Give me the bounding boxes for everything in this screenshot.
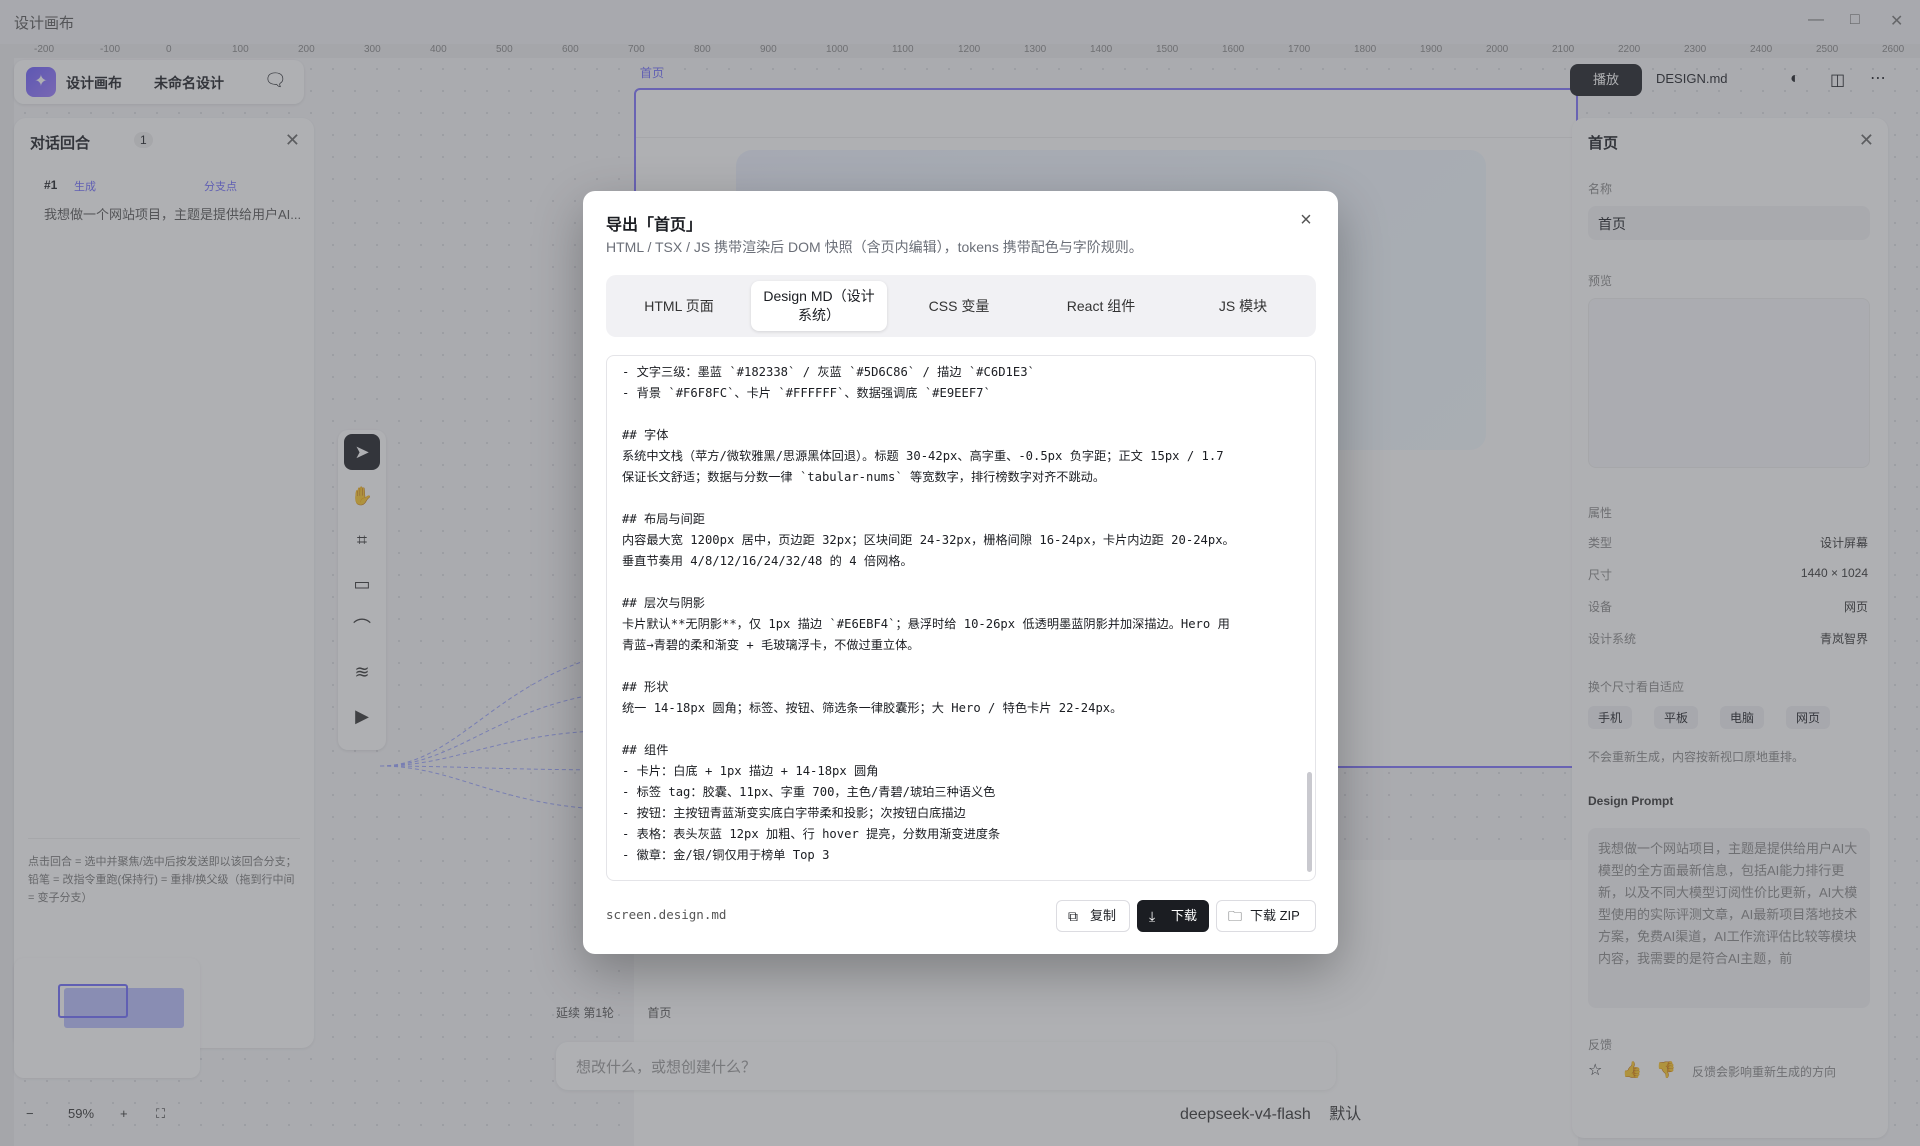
export-filename: screen.design.md <box>606 907 727 922</box>
dialog-title: 导出「首页」 <box>606 217 703 234</box>
code-line: 垂直节奏用 4/8/12/16/24/32/48 的 4 倍网格。 <box>622 554 913 568</box>
code-line: 青蓝→青碧的柔和渐变 + 毛玻璃浮卡，不做过重立体。 <box>622 638 920 652</box>
code-line: ## 组件 <box>622 743 669 757</box>
download-zip-button[interactable]: 🗀 下载 ZIP <box>1216 900 1316 932</box>
code-line: 统一 14-18px 圆角；标签、按钮、筛选条一律胶囊形；大 Hero / 特色… <box>622 701 1123 715</box>
tab-react-component[interactable]: React 组件 <box>1034 281 1168 331</box>
tab-design-md[interactable]: Design MD（设计 系统） <box>751 281 887 331</box>
download-zip-label: 下载 ZIP <box>1250 908 1300 923</box>
download-label: 下载 <box>1171 908 1198 923</box>
close-icon[interactable]: × <box>1294 208 1318 232</box>
code-line: ## 层次与阴影 <box>622 596 705 610</box>
dialog-subtitle: HTML / TSX / JS 携带渲染后 DOM 快照（含页内编辑），toke… <box>606 239 1143 255</box>
tab-css-variables[interactable]: CSS 变量 <box>892 281 1026 331</box>
code-line: 保证长文舒适；数据与分数一律 `tabular-nums` 等宽数字，排行榜数字… <box>622 470 1106 484</box>
code-line: - 标签 tag：胶囊、11px、字重 700，主色/青碧/琥珀三种语义色 <box>622 785 996 799</box>
code-content: - 文字三级：墨蓝 `#182338` / 灰蓝 `#5D6C86` / 描边 … <box>622 362 1292 866</box>
export-code-viewer[interactable]: - 文字三级：墨蓝 `#182338` / 灰蓝 `#5D6C86` / 描边 … <box>606 355 1316 881</box>
copy-button[interactable]: ⧉ 复制 <box>1056 900 1130 932</box>
code-line: ## 形状 <box>622 680 669 694</box>
copy-icon: ⧉ <box>1068 908 1078 924</box>
code-line: ## 字体 <box>622 428 669 442</box>
code-line: - 徽章：金/银/铜仅用于榜单 Top 3 <box>622 848 830 862</box>
copy-label: 复制 <box>1090 908 1117 923</box>
code-line: 卡片默认**无阴影**，仅 1px 描边 `#E6EBF4`；悬浮时给 10-2… <box>622 617 1230 631</box>
code-line: - 表格：表头灰蓝 12px 加粗、行 hover 提亮，分数用渐变进度条 <box>622 827 1001 841</box>
code-line: - 背景 `#F6F8FC`、卡片 `#FFFFFF`、数据强调底 `#E9EE… <box>622 386 991 400</box>
code-line: - 按钮：主按钮青蓝渐变实底白字带柔和投影；次按钮白底描边 <box>622 806 966 820</box>
code-line: - 卡片：白底 + 1px 描边 + 14-18px 圆角 <box>622 764 879 778</box>
code-line: - 文字三级：墨蓝 `#182338` / 灰蓝 `#5D6C86` / 描边 … <box>622 365 1035 379</box>
tab-html-page[interactable]: HTML 页面 <box>612 281 746 331</box>
download-button[interactable]: ⤓ 下载 <box>1137 900 1209 932</box>
download-icon: ⤓ <box>1149 908 1156 924</box>
export-format-tabs: HTML 页面 Design MD（设计 系统） CSS 变量 React 组件… <box>606 275 1316 337</box>
scrollbar[interactable] <box>1307 772 1312 872</box>
tab-js-module[interactable]: JS 模块 <box>1176 281 1310 331</box>
code-line: 系统中文栈（苹方/微软雅黑/思源黑体回退）。标题 30-42px、高字重、-0.… <box>622 449 1224 463</box>
code-line: 内容最大宽 1200px 居中，页边距 32px；区块间距 24-32px，栅格… <box>622 533 1235 547</box>
export-dialog: 导出「首页」 HTML / TSX / JS 携带渲染后 DOM 快照（含页内编… <box>583 191 1338 954</box>
folder-zip-icon: 🗀 <box>1228 908 1242 924</box>
code-line: ## 布局与间距 <box>622 512 705 526</box>
